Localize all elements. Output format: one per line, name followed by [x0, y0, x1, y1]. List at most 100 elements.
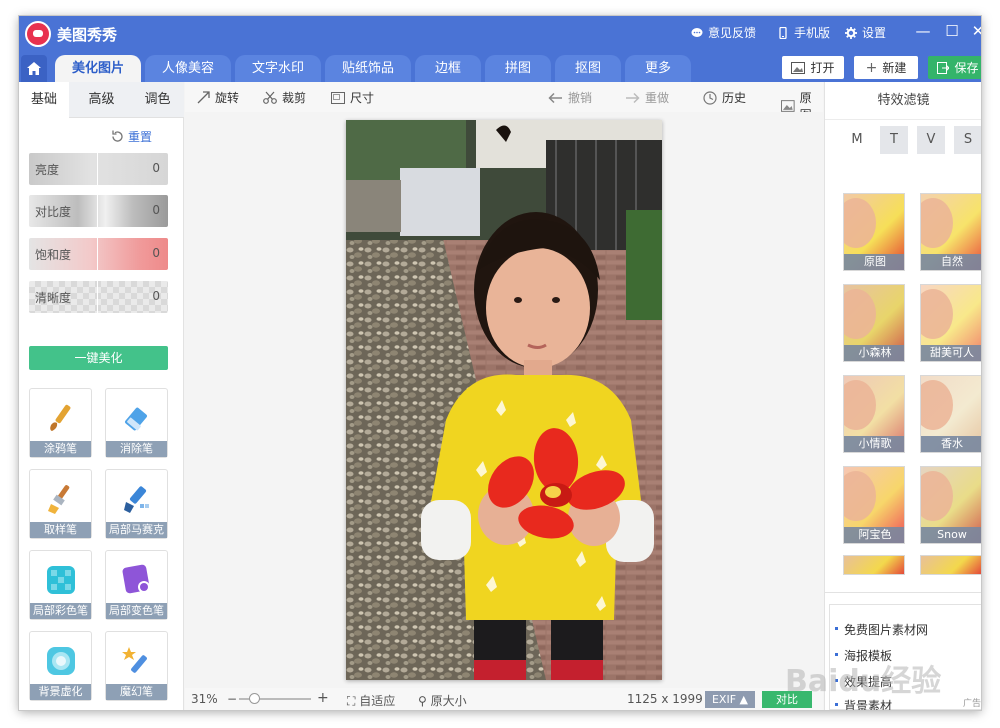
filter-thumb[interactable]: 阿宝色 [843, 466, 905, 544]
actual-size-label: 原大小 [430, 694, 467, 708]
resize-icon [331, 91, 345, 104]
eraser-icon [125, 407, 147, 431]
local-mosaic-tool[interactable]: 局部马赛克 [105, 469, 168, 539]
open-button[interactable]: 打开 [782, 56, 844, 79]
history-button[interactable]: 历史 [703, 89, 746, 106]
edited-photo[interactable] [346, 120, 662, 680]
local-recolor-pen-label: 局部变色笔 [106, 603, 167, 619]
filter-tab-t[interactable]: T [880, 126, 908, 154]
rotate-label: 旋转 [215, 91, 240, 105]
filter-thumb[interactable]: 自然 [920, 193, 981, 271]
filter-preview-face [921, 380, 953, 430]
local-color-pen-tool[interactable]: 局部彩色笔 [29, 550, 92, 620]
exif-button[interactable]: EXIF ▲ [705, 691, 755, 708]
slider-divider [97, 281, 98, 313]
zoom-out-button[interactable]: − [227, 692, 237, 706]
rotate-button[interactable]: 旋转 [197, 89, 239, 106]
redo-button[interactable]: 重做 [625, 89, 669, 106]
filter-label: 原图 [844, 254, 904, 270]
sharpness-slider[interactable]: 清晰度 0 [29, 281, 168, 313]
tab-beautify[interactable]: 美化图片 [55, 55, 141, 82]
one-click-beautify-button[interactable]: 一键美化 [29, 346, 168, 370]
app-window: 美图秀秀 意见反馈 手机版 设置 — ☐ ✕ 美化图片 人像美容 文字水印 贴纸… [19, 16, 981, 710]
close-button[interactable]: ✕ [967, 22, 981, 40]
zoom-slider[interactable] [239, 693, 311, 704]
subtab-color[interactable]: 调色 [131, 82, 184, 118]
undo-arrow-icon [548, 92, 562, 103]
tab-portrait[interactable]: 人像美容 [145, 55, 231, 82]
filter-preview-face [844, 471, 876, 521]
saturation-slider[interactable]: 饱和度 0 [29, 238, 168, 270]
feedback-label: 意见反馈 [708, 26, 757, 40]
filter-thumb[interactable]: 甜美可人 [920, 284, 981, 362]
filter-thumb[interactable]: 小森林 [843, 284, 905, 362]
filter-label: 甜美可人 [921, 345, 981, 361]
eraser-pen-tool[interactable]: 消除笔 [105, 388, 168, 458]
magnifier-icon: ⚲ [418, 694, 427, 708]
new-button[interactable]: + 新建 [854, 56, 918, 79]
fit-label: 自适应 [359, 694, 396, 708]
tab-collage[interactable]: 拼图 [485, 55, 551, 82]
filter-thumb[interactable]: 原图 [843, 193, 905, 271]
actual-size-button[interactable]: ⚲ 原大小 [418, 692, 467, 709]
contrast-slider[interactable]: 对比度 0 [29, 195, 168, 227]
panel-divider [825, 592, 981, 593]
subtab-basic[interactable]: 基础 [19, 82, 69, 118]
zoom-in-button[interactable]: + [317, 690, 329, 706]
minimize-button[interactable]: — [912, 22, 934, 40]
tab-cutout[interactable]: 抠图 [555, 55, 621, 82]
filter-thumb[interactable]: 香水 [920, 375, 981, 453]
doodle-pen-tool[interactable]: 涂鸦笔 [29, 388, 92, 458]
image-icon [791, 61, 806, 74]
reset-button[interactable]: 重置 [111, 128, 152, 145]
edit-toolbar: 旋转 裁剪 尺寸 撤销 重做 历史 原图 [185, 82, 823, 122]
filter-thumb-partial[interactable] [920, 555, 981, 575]
undo-button[interactable]: 撤销 [548, 89, 592, 106]
home-button[interactable] [21, 55, 47, 82]
zoom-slider-handle[interactable] [249, 693, 260, 704]
fit-button[interactable]: ⛶ 自适应 [347, 692, 395, 709]
brightness-label: 亮度 [35, 163, 60, 177]
brightness-value: 0 [152, 161, 160, 175]
history-label: 历史 [722, 91, 747, 105]
subtab-advanced[interactable]: 高级 [74, 82, 129, 118]
chat-icon [691, 27, 703, 37]
home-icon [27, 62, 41, 75]
doodle-pen-label: 涂鸦笔 [30, 441, 91, 457]
feedback-button[interactable]: 意见反馈 [691, 24, 756, 41]
filter-tab-v[interactable]: V [917, 126, 945, 154]
filter-thumb[interactable]: Snow [920, 466, 981, 544]
blur-icon [47, 647, 75, 675]
undo-label: 撤销 [568, 91, 593, 105]
tab-stickers[interactable]: 贴纸饰品 [325, 55, 411, 82]
brightness-slider[interactable]: 亮度 0 [29, 153, 168, 185]
mobile-button[interactable]: 手机版 [777, 24, 830, 41]
status-bar: 31% − + ⛶ 自适应 ⚲ 原大小 1125 x 1999 EXIF ▲ 对… [185, 688, 823, 710]
magic-pen-label: 魔幻笔 [106, 684, 167, 700]
local-recolor-pen-tool[interactable]: 局部变色笔 [105, 550, 168, 620]
filter-thumb-partial[interactable] [843, 555, 905, 575]
settings-label: 设置 [862, 26, 887, 40]
contrast-value: 0 [152, 203, 160, 217]
tab-borders[interactable]: 边框 [415, 55, 481, 82]
adjust-panel: 基础 高级 调色 重置 亮度 0 对比度 0 饱和度 0 清晰度 0 一键美化 … [19, 82, 184, 710]
magic-pen-tool[interactable]: 魔幻笔 [105, 631, 168, 701]
new-label: 新建 [882, 61, 907, 75]
crop-button[interactable]: 裁剪 [263, 89, 306, 106]
filter-tab-s[interactable]: S [954, 126, 981, 154]
tab-more[interactable]: 更多 [625, 55, 691, 82]
image-canvas[interactable] [185, 112, 823, 688]
tab-text-watermark[interactable]: 文字水印 [235, 55, 321, 82]
settings-button[interactable]: 设置 [845, 24, 886, 41]
filter-tab-m[interactable]: M [843, 126, 871, 154]
ad-link-free-images[interactable]: 免费图片素材网 [834, 621, 928, 638]
sample-pen-tool[interactable]: 取样笔 [29, 469, 92, 539]
size-label: 尺寸 [350, 91, 375, 105]
filter-thumb[interactable]: 小情歌 [843, 375, 905, 453]
background-blur-tool[interactable]: 背景虚化 [29, 631, 92, 701]
save-button[interactable]: 保存 [928, 56, 981, 79]
maximize-button[interactable]: ☐ [941, 22, 963, 40]
local-color-pen-label: 局部彩色笔 [30, 603, 91, 619]
size-button[interactable]: 尺寸 [331, 89, 374, 106]
filter-preview-face [844, 198, 876, 248]
